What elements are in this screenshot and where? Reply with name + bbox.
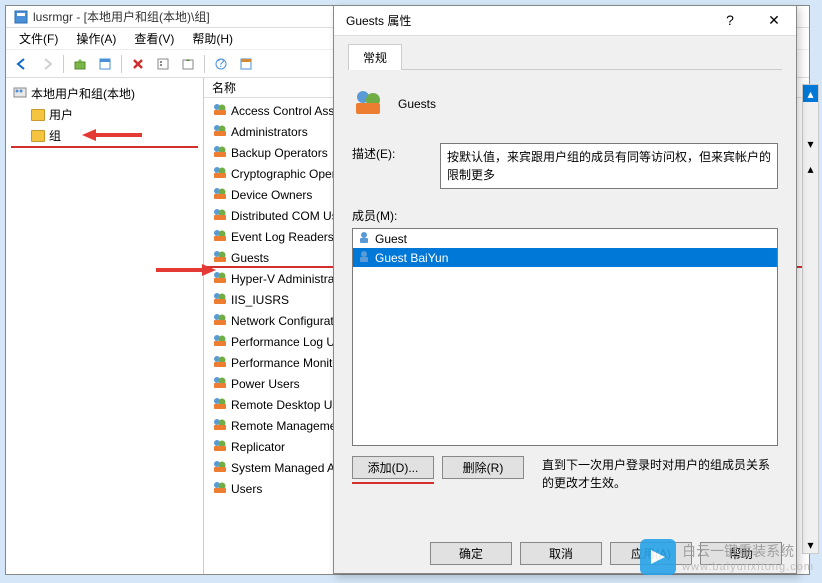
group-icon bbox=[212, 291, 228, 308]
tree-root[interactable]: 本地用户和组(本地) bbox=[11, 83, 198, 104]
tree-root-label: 本地用户和组(本地) bbox=[31, 85, 135, 102]
group-icon bbox=[212, 102, 228, 119]
dialog-help-button[interactable]: ? bbox=[708, 6, 752, 34]
tree-groups-label: 组 bbox=[49, 127, 61, 144]
dialog-title-text: Guests 属性 bbox=[346, 12, 411, 29]
properties-button[interactable] bbox=[94, 53, 116, 75]
menu-action[interactable]: 操作(A) bbox=[68, 28, 124, 49]
svg-text:?: ? bbox=[218, 57, 225, 70]
annotation-arrow-2 bbox=[156, 260, 216, 283]
tree-item-users[interactable]: 用户 bbox=[11, 104, 198, 125]
group-icon bbox=[212, 144, 228, 161]
list-item-label: Users bbox=[231, 482, 262, 496]
annotation-arrow-1 bbox=[82, 125, 142, 148]
mgmt-icon bbox=[13, 85, 27, 102]
back-button[interactable] bbox=[11, 53, 33, 75]
member-name: Guest bbox=[375, 232, 407, 246]
view-button[interactable] bbox=[235, 53, 257, 75]
scroll-up-button-2[interactable]: ▴ bbox=[803, 160, 818, 177]
group-icon bbox=[212, 417, 228, 434]
group-icon bbox=[212, 459, 228, 476]
members-listbox[interactable]: Guest Guest BaiYun bbox=[352, 228, 778, 446]
group-icon bbox=[212, 312, 228, 329]
group-icon bbox=[212, 123, 228, 140]
group-name-label: Guests bbox=[398, 97, 436, 111]
watermark-logo bbox=[640, 539, 676, 575]
members-label: 成员(M): bbox=[352, 207, 778, 224]
menu-help[interactable]: 帮助(H) bbox=[184, 28, 241, 49]
export-button[interactable] bbox=[177, 53, 199, 75]
tree-users-label: 用户 bbox=[49, 106, 73, 123]
forward-button[interactable] bbox=[36, 53, 58, 75]
list-item-label: Event Log Readers bbox=[231, 230, 334, 244]
window-title: lusrmgr - [本地用户和组(本地)\组] bbox=[33, 8, 210, 25]
member-name: Guest BaiYun bbox=[375, 251, 448, 265]
group-icon bbox=[212, 333, 228, 350]
app-icon bbox=[14, 10, 28, 24]
list-item-label: Administrators bbox=[231, 125, 308, 139]
scroll-up-button[interactable]: ▴ bbox=[803, 85, 818, 102]
list-item-label: Backup Operators bbox=[231, 146, 328, 160]
user-icon bbox=[357, 249, 371, 266]
user-icon bbox=[357, 230, 371, 247]
watermark: 白云一键重装系统 www.baiyunxitong.com bbox=[640, 539, 814, 575]
group-icon bbox=[212, 480, 228, 497]
menu-view[interactable]: 查看(V) bbox=[126, 28, 182, 49]
ok-button[interactable]: 确定 bbox=[430, 542, 512, 565]
list-item-label: IIS_IUSRS bbox=[231, 293, 289, 307]
remove-button[interactable]: 删除(R) bbox=[442, 456, 524, 479]
group-icon bbox=[212, 165, 228, 182]
refresh-button[interactable] bbox=[152, 53, 174, 75]
group-icon bbox=[212, 207, 228, 224]
tab-general[interactable]: 常规 bbox=[348, 44, 402, 70]
group-icon bbox=[212, 396, 228, 413]
tree-panel: 本地用户和组(本地) 用户 组 bbox=[6, 78, 204, 574]
folder-icon bbox=[31, 109, 45, 121]
list-item-label: Device Owners bbox=[231, 188, 312, 202]
group-icon bbox=[212, 228, 228, 245]
folder-icon bbox=[31, 130, 45, 142]
tab-strip: 常规 bbox=[348, 44, 782, 70]
group-icon bbox=[212, 438, 228, 455]
description-field[interactable]: 按默认值，来宾跟用户组的成员有同等访问权，但来宾帐户的限制更多 bbox=[440, 143, 778, 189]
list-item-label: Guests bbox=[231, 251, 269, 265]
scroll-down-button[interactable]: ▾ bbox=[803, 135, 818, 152]
group-large-icon bbox=[352, 86, 384, 121]
watermark-url: www.baiyunxitong.com bbox=[682, 561, 814, 573]
list-item-label: Replicator bbox=[231, 440, 285, 454]
delete-button[interactable] bbox=[127, 53, 149, 75]
group-icon bbox=[212, 354, 228, 371]
up-button[interactable] bbox=[69, 53, 91, 75]
dialog-close-button[interactable]: ✕ bbox=[752, 6, 796, 34]
add-button[interactable]: 添加(D)... bbox=[352, 456, 434, 479]
help-button[interactable]: ? bbox=[210, 53, 232, 75]
group-icon bbox=[212, 375, 228, 392]
right-scrollbar[interactable]: ▴ ▾ ▾ ▴ bbox=[802, 84, 819, 554]
member-row[interactable]: Guest bbox=[353, 229, 777, 248]
watermark-brand: 白云一键重装系统 bbox=[682, 541, 814, 561]
properties-dialog: Guests 属性 ? ✕ 常规 Guests 描述(E): 按默认值，来宾跟用… bbox=[333, 5, 797, 574]
cancel-button[interactable]: 取消 bbox=[520, 542, 602, 565]
description-label: 描述(E): bbox=[352, 143, 422, 162]
menu-file[interactable]: 文件(F) bbox=[11, 28, 66, 49]
member-row[interactable]: Guest BaiYun bbox=[353, 248, 777, 267]
restart-hint: 直到下一次用户登录时对用户的组成员关系的更改才生效。 bbox=[532, 456, 778, 492]
col-name[interactable]: 名称 bbox=[212, 79, 236, 96]
dialog-titlebar: Guests 属性 ? ✕ bbox=[334, 6, 796, 36]
group-icon bbox=[212, 186, 228, 203]
list-item-label: Power Users bbox=[231, 377, 300, 391]
